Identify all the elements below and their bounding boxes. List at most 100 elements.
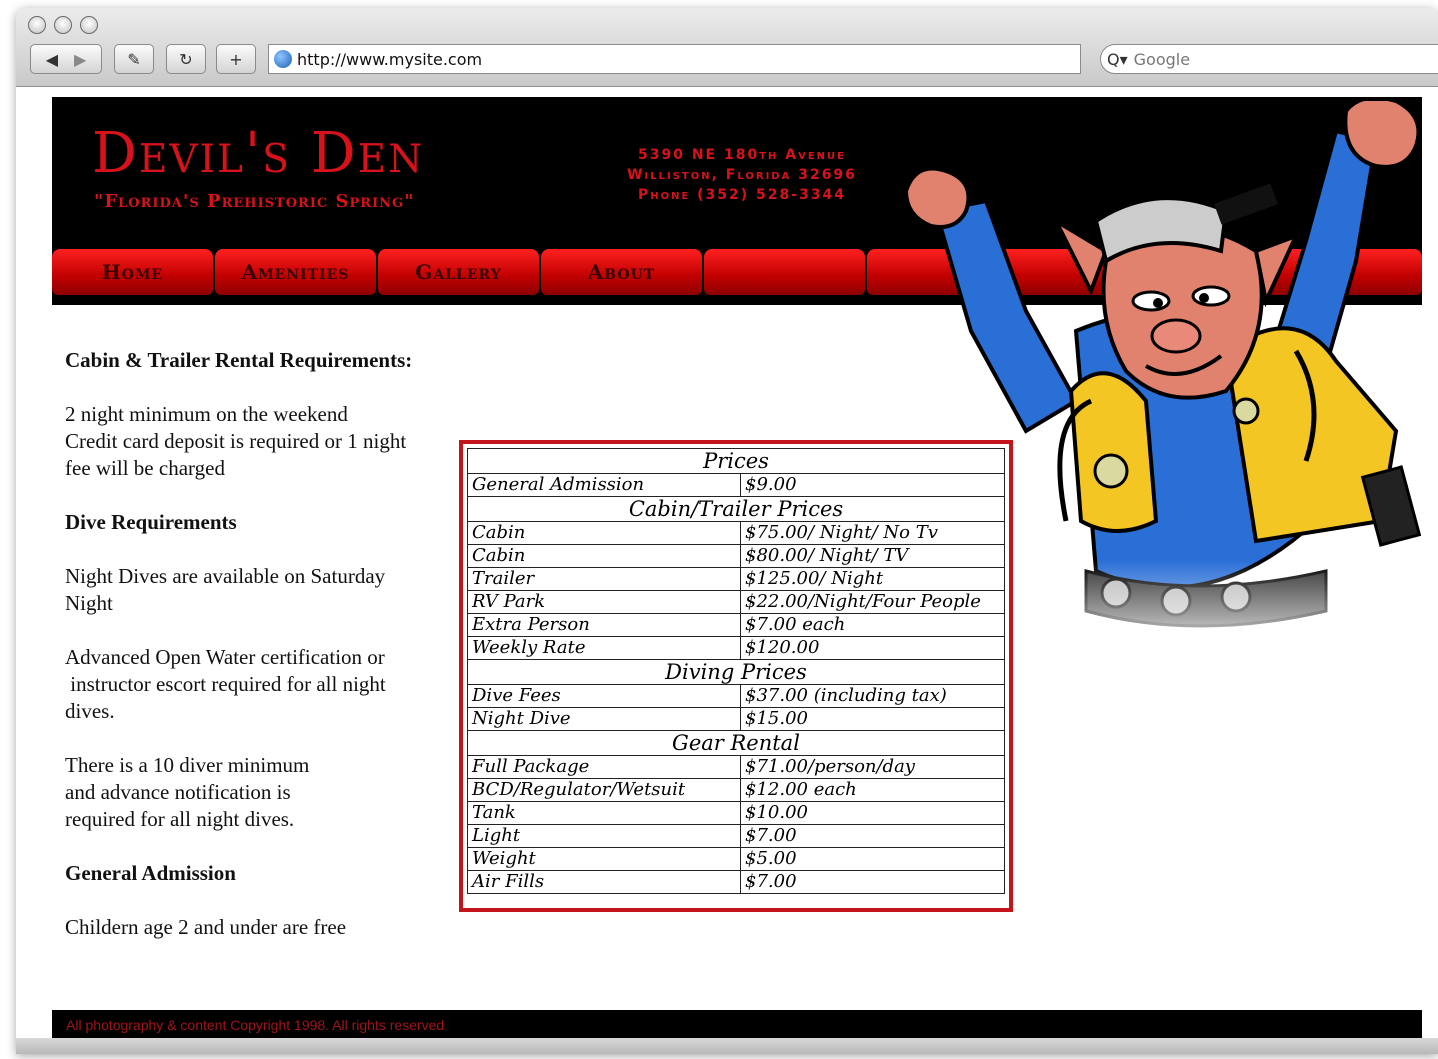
close-window-button[interactable] (28, 16, 46, 34)
site-footer: All photography & content Copyright 1998… (52, 1010, 1422, 1040)
nav-tab-blank[interactable] (704, 249, 865, 295)
search-placeholder[interactable]: Google (1134, 50, 1190, 69)
requirement-text: and advance notification is (65, 780, 291, 804)
price-item: Dive Fees (467, 684, 741, 708)
price-value: $5.00 (740, 847, 1005, 871)
requirement-text: Night (65, 591, 113, 615)
price-row: RV Park $22.00/Night/Four People (467, 590, 1005, 614)
price-row: Weekly Rate $120.00 (467, 636, 1005, 660)
window-bottom-bar (16, 1038, 1438, 1054)
price-value: $75.00/ Night/ No Tv (740, 521, 1005, 545)
dive-requirements-heading: Dive Requirements (65, 510, 237, 534)
price-section-title: Cabin/Trailer Prices (467, 496, 1005, 522)
add-bookmark-button[interactable]: + (216, 44, 256, 74)
price-row: BCD/Regulator/Wetsuit $12.00 each (467, 778, 1005, 802)
forward-arrow-icon[interactable]: ▶ (74, 50, 86, 69)
requirement-text: fee will be charged (65, 456, 225, 480)
price-value: $7.00 (740, 870, 1005, 894)
price-item: Full Package (467, 755, 741, 779)
general-admission-heading: General Admission (65, 861, 236, 885)
price-value: $10.00 (740, 801, 1005, 825)
requirement-text: Credit card deposit is required or 1 nig… (65, 429, 407, 453)
requirement-text: Advanced Open Water certification or (65, 645, 385, 669)
plus-icon: + (229, 49, 243, 69)
price-value: $71.00/person/day (740, 755, 1005, 779)
cabin-requirements-heading: Cabin & Trailer Rental Requirements: (65, 348, 413, 372)
price-value: $7.00 each (740, 613, 1005, 637)
zoom-window-button[interactable] (80, 16, 98, 34)
price-value: $9.00 (740, 473, 1005, 497)
requirements-column: Cabin & Trailer Rental Requirements: 2 n… (65, 347, 455, 941)
requirement-text: Night Dives are available on Saturday (65, 564, 386, 588)
browser-toolbar: ◀ ▶ ✎ ↻ + http://www.mysite.com Q▾ Googl… (16, 8, 1438, 87)
price-item: Night Dive (467, 707, 741, 731)
search-field[interactable]: Q▾ Google (1100, 44, 1438, 74)
requirement-text: instructor escort required for all night (65, 672, 386, 696)
url-text[interactable]: http://www.mysite.com (297, 50, 482, 69)
edit-button[interactable]: ✎ (114, 44, 154, 74)
price-item: Weight (467, 847, 741, 871)
price-row: Cabin $80.00/ Night/ TV (467, 544, 1005, 568)
price-item: Weekly Rate (467, 636, 741, 660)
price-section-header-row: Cabin/Trailer Prices (467, 496, 1005, 522)
nav-tab-about[interactable]: About (541, 249, 702, 295)
address-line: 5390 NE 180th Avenue (637, 147, 846, 163)
price-row: Tank $10.00 (467, 801, 1005, 825)
address-line: Williston, Florida 32696 (627, 167, 857, 183)
globe-icon (274, 50, 292, 68)
price-row: General Admission $9.00 (467, 473, 1005, 497)
price-row: Dive Fees $37.00 (including tax) (467, 684, 1005, 708)
price-value: $22.00/Night/Four People (740, 590, 1005, 614)
price-item: RV Park (467, 590, 741, 614)
requirement-text: 2 night minimum on the weekend (65, 402, 348, 426)
requirement-text: required for all night dives. (65, 807, 295, 831)
price-section-title: Prices (467, 448, 1005, 474)
price-value: $125.00/ Night (740, 567, 1005, 591)
minimize-window-button[interactable] (54, 16, 72, 34)
reload-icon: ↻ (179, 49, 193, 69)
price-item: Trailer (467, 567, 741, 591)
price-value: $120.00 (740, 636, 1005, 660)
requirement-text: There is a 10 diver minimum (65, 753, 310, 777)
reload-button[interactable]: ↻ (166, 44, 206, 74)
price-section-header-row: Gear Rental (467, 730, 1005, 756)
price-item: BCD/Regulator/Wetsuit (467, 778, 741, 802)
price-table-box: Prices General Admission $9.00 Cabin/Traile… (459, 440, 1013, 912)
price-section-title: Diving Prices (467, 659, 1005, 685)
price-value: $37.00 (including tax) (740, 684, 1005, 708)
price-section-header-row: Diving Prices (467, 659, 1005, 685)
price-item: Cabin (467, 521, 741, 545)
nav-tab-gallery[interactable]: Gallery (378, 249, 539, 295)
price-item: Air Fills (467, 870, 741, 894)
requirement-text: Childern age 2 and under are free (65, 915, 347, 939)
pencil-icon: ✎ (127, 49, 141, 69)
requirement-text: dives. (65, 699, 115, 723)
price-value: $12.00 each (740, 778, 1005, 802)
phone-line: Phone (352) 528-3344 (637, 187, 847, 203)
price-row: Full Package $71.00/person/day (467, 755, 1005, 779)
price-item: Extra Person (467, 613, 741, 637)
price-row: Light $7.00 (467, 824, 1005, 848)
price-row: Extra Person $7.00 each (467, 613, 1005, 637)
price-row: Trailer $125.00/ Night (467, 567, 1005, 591)
price-item: Light (467, 824, 741, 848)
site-title[interactable]: Devil's Den (92, 121, 424, 186)
price-row: Weight $5.00 (467, 847, 1005, 871)
price-item: Cabin (467, 544, 741, 568)
price-section-title: Gear Rental (467, 730, 1005, 756)
nav-tab-home[interactable]: Home (52, 249, 213, 295)
nav-tab-amenities[interactable]: Amenities (215, 249, 376, 295)
price-row: Air Fills $7.00 (467, 870, 1005, 894)
page-content: Devil's Den "Florida's Prehistoric Sprin… (16, 87, 1438, 1040)
price-table: Prices General Admission $9.00 Cabin/Traile… (467, 448, 1005, 894)
address-bar[interactable]: http://www.mysite.com (268, 44, 1081, 74)
price-section-header-row: Prices (467, 448, 1005, 474)
site-tagline: "Florida's Prehistoric Spring" (94, 191, 415, 212)
site-address: 5390 NE 180th Avenue Williston, Florida … (592, 145, 892, 205)
price-item: Tank (467, 801, 741, 825)
back-arrow-icon[interactable]: ◀ (46, 50, 58, 69)
price-value: $7.00 (740, 824, 1005, 848)
browser-window: ◀ ▶ ✎ ↻ + http://www.mysite.com Q▾ Googl… (16, 8, 1438, 1054)
back-forward-buttons[interactable]: ◀ ▶ (30, 44, 102, 74)
search-icon: Q▾ (1107, 49, 1128, 69)
